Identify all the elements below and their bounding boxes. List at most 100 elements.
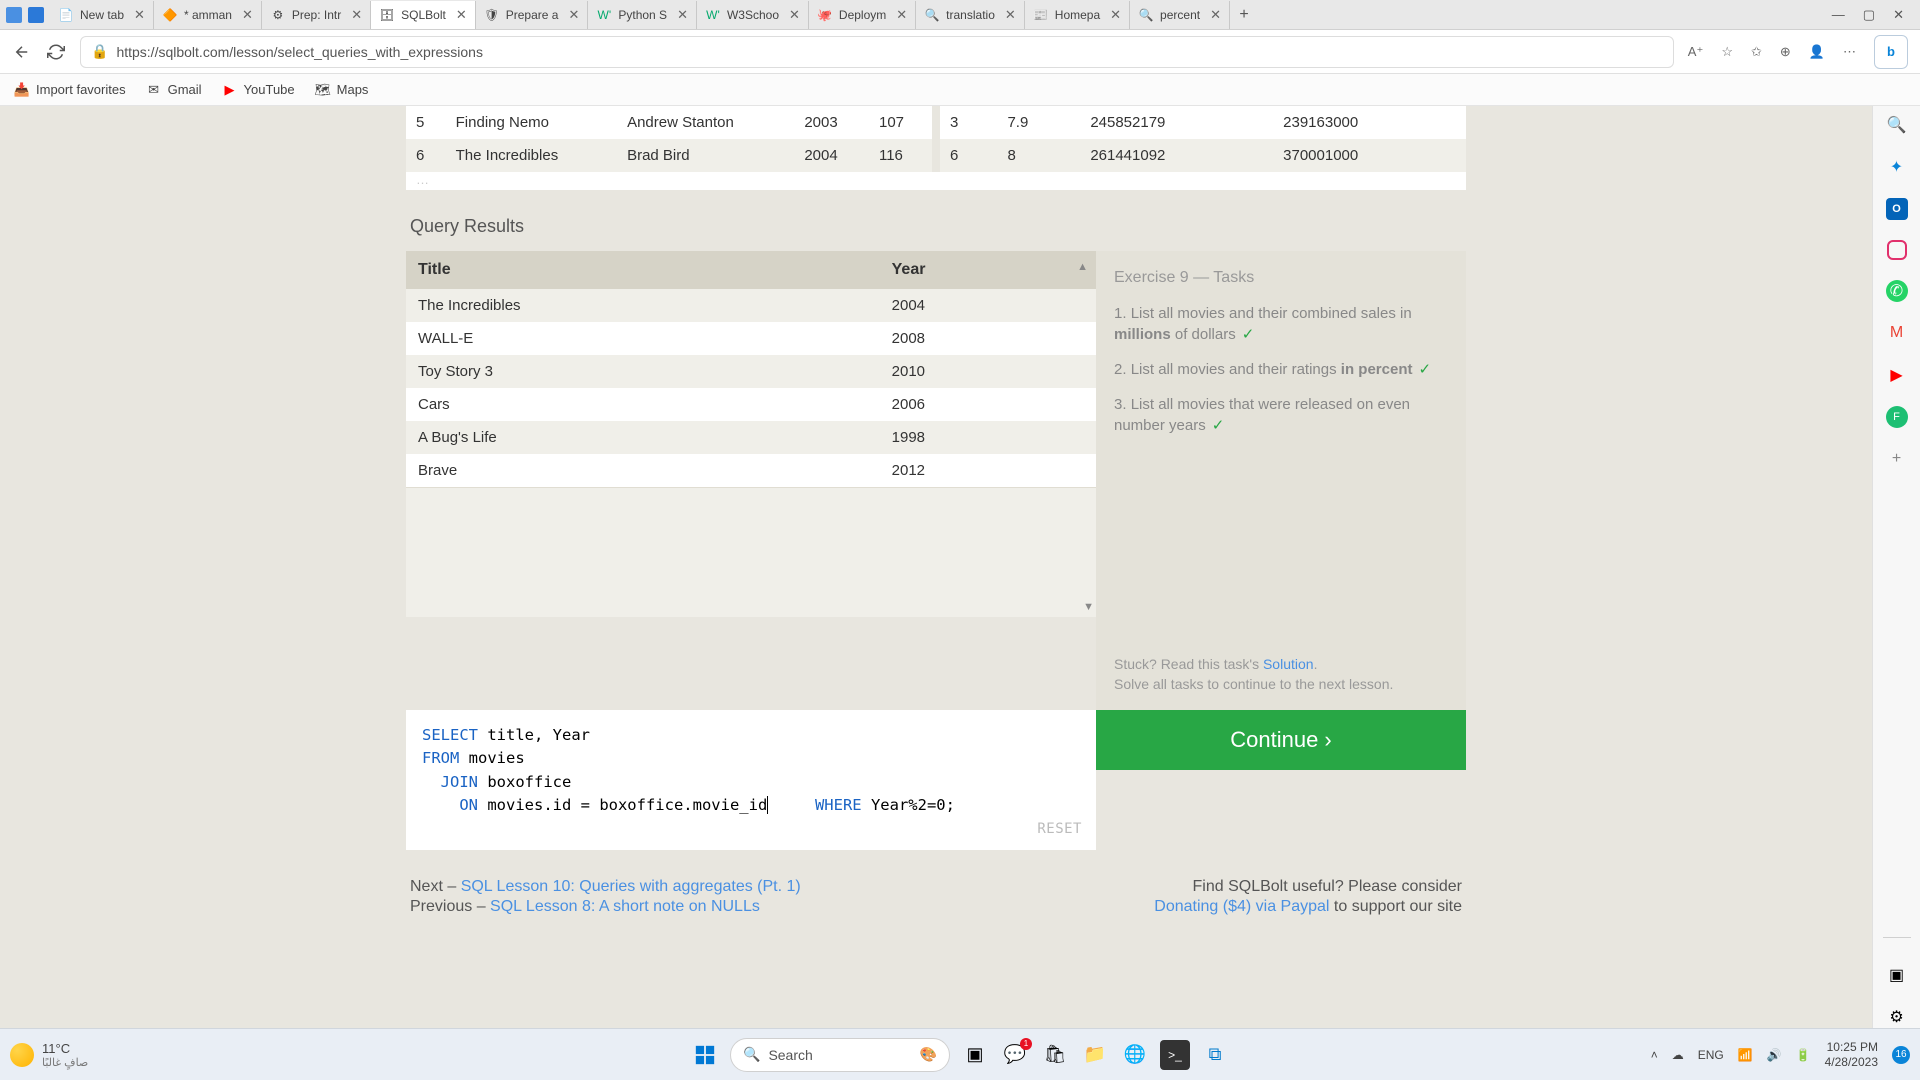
notification-badge[interactable]: 16	[1892, 1046, 1910, 1064]
youtube-icon[interactable]: ▶	[1886, 364, 1908, 386]
tab-w3[interactable]: W'W3Schoo✕	[697, 1, 809, 29]
close-icon[interactable]: ✕	[789, 7, 800, 23]
continue-button[interactable]: Continue ›	[1096, 710, 1466, 770]
close-icon[interactable]: ✕	[1005, 7, 1016, 23]
language-indicator[interactable]: ENG	[1698, 1048, 1724, 1062]
task-view-icon[interactable]: ▣	[960, 1040, 990, 1070]
chat-icon[interactable]: 💬1	[1000, 1040, 1030, 1070]
close-icon[interactable]: ✕	[1210, 7, 1221, 23]
col-title[interactable]: Title	[406, 251, 880, 289]
close-icon[interactable]: ✕	[351, 7, 362, 23]
task-item: 2. List all movies and their ratings in …	[1114, 359, 1448, 380]
sort-icon[interactable]: ▲	[1077, 261, 1088, 273]
close-window-button[interactable]: ✕	[1893, 7, 1904, 23]
address-bar: 🔒 https://sqlbolt.com/lesson/select_quer…	[0, 30, 1920, 74]
maximize-button[interactable]: ▢	[1863, 7, 1875, 23]
read-aloud-icon[interactable]: A⁺	[1688, 44, 1704, 60]
close-icon[interactable]: ✕	[568, 7, 579, 23]
url-input[interactable]: 🔒 https://sqlbolt.com/lesson/select_quer…	[80, 36, 1674, 68]
settings-icon[interactable]: ⚙	[1886, 1006, 1908, 1028]
battery-icon[interactable]: 🔋	[1796, 1048, 1811, 1062]
close-icon[interactable]: ✕	[134, 7, 145, 23]
solution-link[interactable]: Solution	[1263, 656, 1314, 672]
bookmark-maps[interactable]: 🗺Maps	[315, 82, 369, 98]
edge-icon[interactable]: 🌐	[1120, 1040, 1150, 1070]
fiverr-icon[interactable]: F	[1886, 406, 1908, 428]
edge-sidebar: 🔍 ✦ O ✆ M ▶ F + ▣ ⚙	[1872, 106, 1920, 1028]
sidebar-toggle-icon[interactable]: ▣	[1886, 964, 1908, 986]
gmail-icon[interactable]: M	[1886, 322, 1908, 344]
close-icon[interactable]: ✕	[242, 7, 253, 23]
tab-amman[interactable]: 🔶* amman✕	[154, 1, 262, 29]
favorites-icon[interactable]: ✩	[1751, 44, 1762, 60]
start-button[interactable]	[690, 1040, 720, 1070]
tray-chevron-icon[interactable]: ˄	[1651, 1048, 1658, 1062]
wifi-icon[interactable]: 📶	[1738, 1048, 1753, 1062]
import-favorites[interactable]: 📥Import favorites	[14, 82, 126, 98]
check-icon: ✓	[1242, 326, 1255, 343]
tab-prep[interactable]: ⚙Prep: Intr✕	[262, 1, 371, 29]
page-content: 5Finding NemoAndrew Stanton2003107 6The …	[0, 106, 1872, 1028]
results-blank: ▼	[406, 487, 1096, 617]
vscode-icon[interactable]: ⧉	[1200, 1040, 1230, 1070]
bookmarks-bar: 📥Import favorites ✉Gmail ▶YouTube 🗺Maps	[0, 74, 1920, 106]
sql-editor[interactable]: SELECT title, Year FROM movies JOIN boxo…	[406, 710, 1096, 850]
table-header-row: Title Year▲	[406, 251, 1096, 289]
menu-icon[interactable]: ⋯	[1843, 44, 1856, 60]
next-lesson: Next – SQL Lesson 10: Queries with aggre…	[410, 878, 801, 896]
tab-translate[interactable]: 🔍translatio✕	[916, 1, 1025, 29]
tab-home[interactable]: 📰Homepa✕	[1025, 1, 1130, 29]
whatsapp-icon[interactable]: ✆	[1886, 280, 1908, 302]
tasks-heading: Exercise 9 — Tasks	[1114, 269, 1448, 287]
check-icon: ✓	[1212, 417, 1225, 434]
instagram-icon[interactable]	[1887, 240, 1907, 260]
boxoffice-table: 37.9245852179239163000 68261441092370001…	[940, 106, 1466, 172]
table-row: Brave2012	[406, 454, 1096, 487]
prev-link[interactable]: SQL Lesson 8: A short note on NULLs	[490, 898, 760, 915]
donate-link[interactable]: Donating ($4) via Paypal	[1154, 898, 1329, 915]
onedrive-icon[interactable]: ☁	[1672, 1048, 1684, 1062]
weather-widget[interactable]: 11°C صافٍ غالبًا	[10, 1041, 88, 1069]
store-icon[interactable]: 🛍	[1040, 1040, 1070, 1070]
explorer-icon[interactable]: 📁	[1080, 1040, 1110, 1070]
close-icon[interactable]: ✕	[896, 7, 907, 23]
add-icon[interactable]: +	[1886, 448, 1908, 470]
profile-icon[interactable]: 👤	[1809, 44, 1825, 60]
collections-icon[interactable]: ⊕	[1780, 44, 1791, 60]
close-icon[interactable]: ✕	[677, 7, 688, 23]
check-icon: ✓	[1418, 361, 1431, 378]
bookmark-youtube[interactable]: ▶YouTube	[222, 82, 295, 98]
close-icon[interactable]: ✕	[1110, 7, 1121, 23]
minimize-button[interactable]: —	[1832, 7, 1845, 23]
taskbar-search[interactable]: 🔍Search🎨	[730, 1038, 950, 1072]
terminal-icon[interactable]: >_	[1160, 1040, 1190, 1070]
titlebar: 📄New tab✕ 🔶* amman✕ ⚙Prep: Intr✕ 🗄SQLBol…	[0, 0, 1920, 30]
volume-icon[interactable]: 🔊	[1767, 1048, 1782, 1062]
tab-sqlbolt[interactable]: 🗄SQLBolt✕	[371, 1, 476, 29]
col-year[interactable]: Year▲	[880, 251, 1096, 289]
scroll-down-icon[interactable]: ▼	[1083, 601, 1094, 613]
outlook-icon[interactable]: O	[1886, 198, 1908, 220]
back-button[interactable]	[12, 42, 32, 62]
next-link[interactable]: SQL Lesson 10: Queries with aggregates (…	[461, 878, 801, 895]
tab-prepare[interactable]: 🛡Prepare a✕	[476, 1, 589, 29]
search-icon: 🔍	[743, 1046, 760, 1063]
app-icon-alt	[28, 7, 44, 23]
star-icon[interactable]: ☆	[1721, 44, 1733, 60]
tab-deploy[interactable]: 🐙Deploym✕	[809, 1, 916, 29]
tab-python[interactable]: W'Python S✕	[588, 1, 697, 29]
reset-button[interactable]: RESET	[1037, 819, 1082, 840]
bookmark-gmail[interactable]: ✉Gmail	[146, 82, 202, 98]
clock[interactable]: 10:25 PM 4/28/2023	[1825, 1040, 1878, 1069]
task-item: 1. List all movies and their combined sa…	[1114, 303, 1448, 345]
tab-newtab[interactable]: 📄New tab✕	[50, 1, 154, 29]
copilot-icon[interactable]: ✦	[1886, 156, 1908, 178]
query-results-title: Query Results	[410, 216, 1466, 237]
refresh-button[interactable]	[46, 42, 66, 62]
search-icon[interactable]: 🔍	[1886, 114, 1908, 136]
bing-button[interactable]: b	[1874, 35, 1908, 69]
new-tab-button[interactable]: +	[1230, 6, 1258, 24]
movies-table: 5Finding NemoAndrew Stanton2003107 6The …	[406, 106, 932, 172]
tab-percent[interactable]: 🔍percent✕	[1130, 1, 1230, 29]
close-icon[interactable]: ✕	[456, 7, 467, 23]
